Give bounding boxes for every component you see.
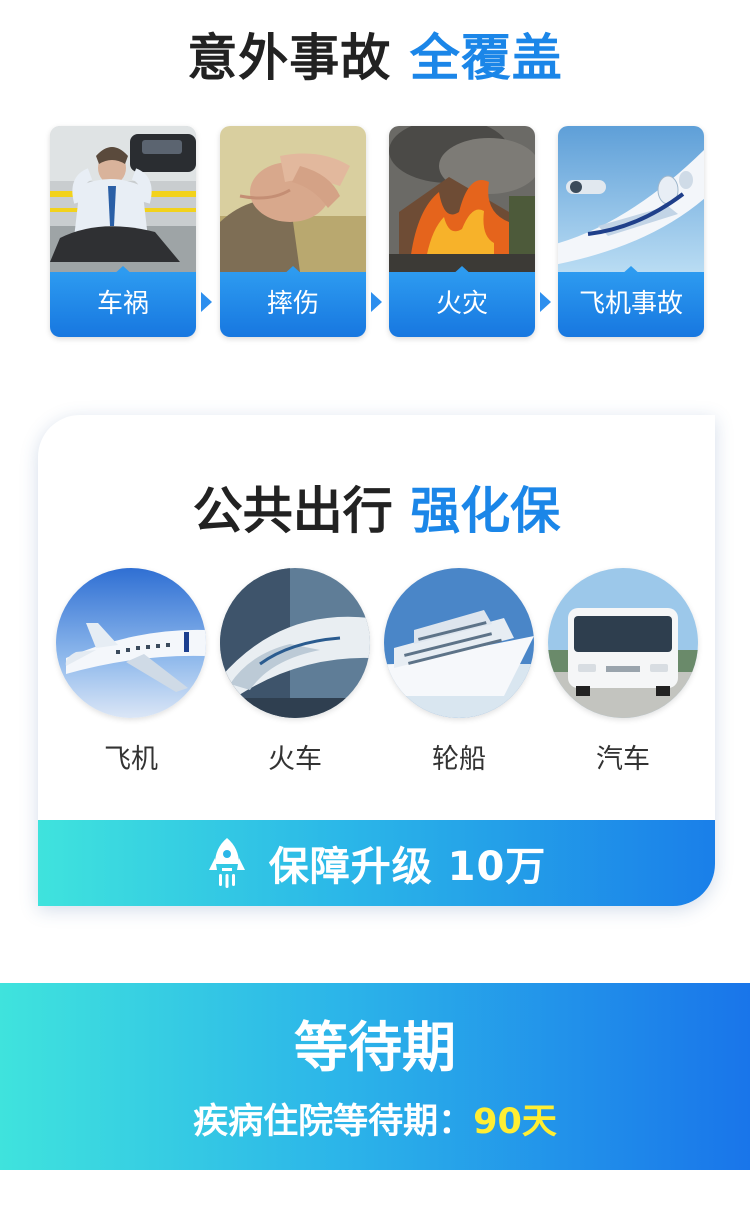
arrow-right-icon [540, 292, 551, 312]
coverage-upgrade-banner: 保障升级 10万 [38, 820, 715, 906]
waiting-period-value: 90天 [473, 1102, 557, 1142]
card-car-accident[interactable]: 车祸 [50, 126, 196, 337]
transport-section-title: 公共出行 强化保 [38, 471, 715, 543]
waiting-period-section: 等待期 疾病住院等待期：90天 [0, 983, 750, 1170]
card-label: 飞机事故 [558, 272, 704, 337]
accident-cards: 车祸 摔伤 火灾 飞机事故 [50, 126, 710, 338]
transport-label-ship: 轮船 [432, 744, 486, 775]
card-plane-accident[interactable]: 飞机事故 [558, 126, 704, 337]
transport-title-main: 公共出行 [192, 482, 393, 540]
card-label: 摔伤 [220, 272, 366, 337]
card-fire[interactable]: 火灾 [389, 126, 535, 337]
accident-title-main: 意外事故 [187, 29, 392, 87]
bullet-train-photo[interactable] [220, 568, 370, 718]
transport-title-highlight: 强化保 [410, 482, 561, 540]
accident-section-title: 意外事故 全覆盖 [0, 18, 750, 90]
airplane-photo[interactable] [56, 568, 206, 718]
transport-label-airplane: 飞机 [104, 744, 158, 775]
cruise-ship-photo[interactable] [384, 568, 534, 718]
waiting-period-subtitle: 疾病住院等待期：90天 [0, 1093, 750, 1144]
bus-photo[interactable] [548, 568, 698, 718]
waiting-period-title: 等待期 [294, 1016, 456, 1079]
transport-label-bus: 汽车 [596, 744, 650, 775]
accident-title-highlight: 全覆盖 [409, 29, 563, 87]
airplane-photo [558, 126, 704, 272]
transport-panel: 公共出行 强化保 飞机 火车 轮船 汽车 保障升级 10万 [38, 415, 715, 906]
banner-text: 保障升级 10万 [268, 844, 547, 890]
page: 意外事故 全覆盖 车祸 摔伤 火灾 飞机事故 公共出行 强化保 飞机 火车 轮船… [0, 0, 750, 1222]
card-label: 火灾 [389, 272, 535, 337]
waiting-period-label: 疾病住院等待期： [193, 1102, 474, 1142]
car-accident-photo [50, 126, 196, 272]
rocket-icon [208, 838, 245, 888]
card-fall-injury[interactable]: 摔伤 [220, 126, 366, 337]
house-fire-photo [389, 126, 535, 272]
knee-injury-photo [220, 126, 366, 272]
transport-label-train: 火车 [268, 744, 322, 775]
arrow-right-icon [201, 292, 212, 312]
card-label: 车祸 [50, 272, 196, 337]
arrow-right-icon [371, 292, 382, 312]
